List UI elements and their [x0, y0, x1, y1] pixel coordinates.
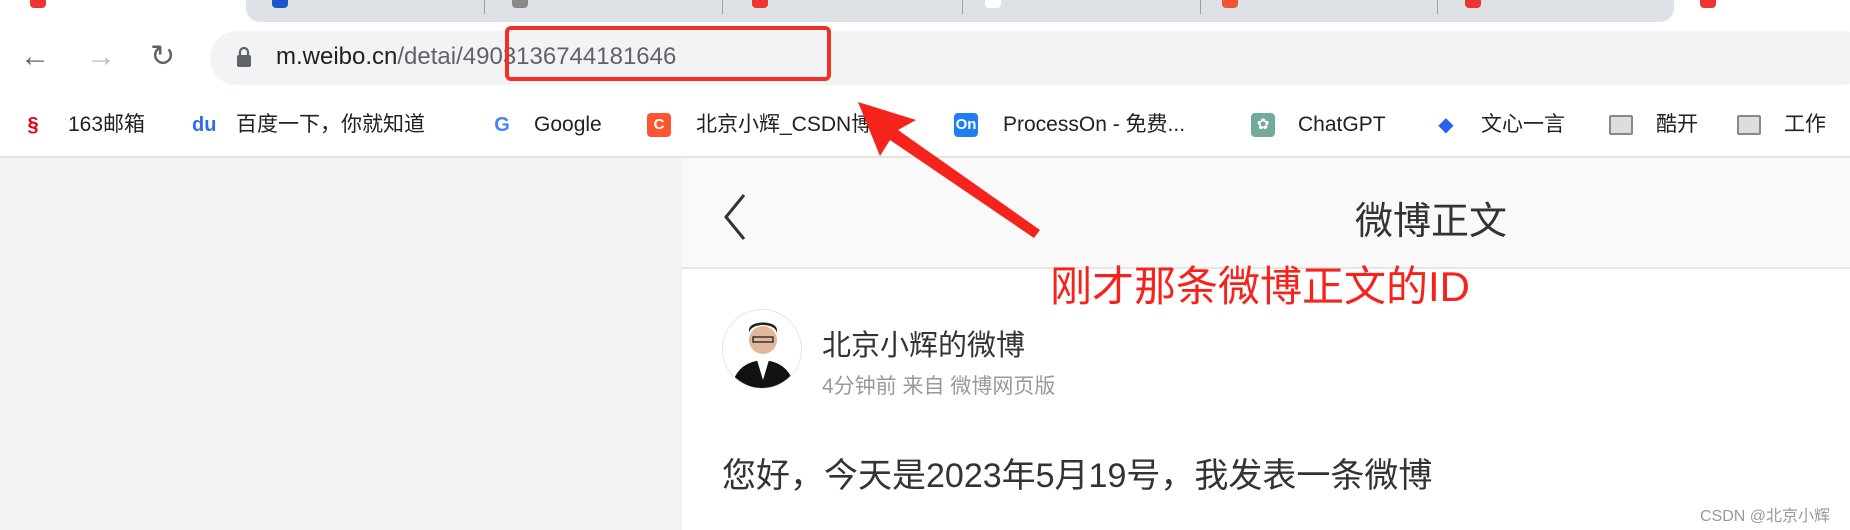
active-tab-favicon-icon[interactable] — [1700, 0, 1716, 8]
lock-icon[interactable] — [236, 46, 252, 68]
bookmark-7[interactable]: 酷开 — [1656, 112, 1698, 138]
csdn-icon[interactable]: C — [647, 113, 671, 137]
annotation-label: 刚才那条微博正文的ID — [1050, 263, 1471, 310]
tab-favicon-icon[interactable] — [30, 0, 46, 8]
163-mail-icon[interactable]: § — [21, 113, 45, 137]
baidu-paw-icon[interactable]: du — [192, 113, 216, 137]
left-blank-pane — [0, 158, 682, 530]
inactive-tabs[interactable] — [246, 0, 1674, 22]
tab-favicon-icon[interactable] — [512, 0, 528, 8]
folder-icon[interactable] — [1737, 115, 1761, 135]
bookmark-5[interactable]: ChatGPT — [1298, 112, 1386, 138]
tab-favicon-icon[interactable] — [272, 0, 288, 8]
watermark: CSDN @北京小辉 — [1700, 508, 1831, 525]
back-chevron-icon[interactable] — [720, 192, 750, 242]
folder-icon[interactable] — [1609, 115, 1633, 135]
forward-arrow-icon[interactable]: → — [86, 40, 116, 74]
reload-icon[interactable]: ↻ — [150, 40, 175, 74]
bookmark-2[interactable]: Google — [534, 112, 602, 138]
annotation-arrow — [858, 102, 1040, 238]
tab-strip — [0, 0, 1850, 22]
tab-divider — [722, 0, 723, 14]
tab-divider — [1200, 0, 1201, 14]
avatar-photo — [731, 322, 795, 388]
tab-divider — [484, 0, 485, 14]
bookmark-0[interactable]: 163邮箱 — [68, 112, 145, 138]
page-title: 微博正文 — [1354, 201, 1507, 243]
avatar[interactable] — [722, 309, 802, 389]
tab-favicon-icon[interactable] — [752, 0, 768, 8]
tab-divider — [1437, 0, 1438, 14]
post-meta: 4分钟前 来自 微博网页版 — [822, 375, 1056, 398]
tab-favicon-icon[interactable] — [1465, 0, 1481, 8]
bookmark-8[interactable]: 工作 — [1784, 112, 1826, 138]
url-path: /detai — [397, 43, 457, 70]
chatgpt-icon[interactable]: ✿ — [1251, 113, 1275, 137]
id-highlight-box — [505, 26, 831, 81]
url-host: m.weibo.cn — [276, 43, 398, 70]
post-body: 您好，今天是2023年5月19号，我发表一条微博 — [722, 457, 1433, 495]
tab-divider — [962, 0, 963, 14]
google-g-icon[interactable]: G — [490, 113, 514, 137]
tab-favicon-icon[interactable] — [985, 0, 1001, 8]
author-name[interactable]: 北京小辉的微博 — [822, 322, 1025, 364]
bookmark-1[interactable]: 百度一下，你就知道 — [236, 112, 425, 138]
wenxin-icon[interactable]: ◆ — [1434, 113, 1458, 137]
tab-favicon-icon[interactable] — [1222, 0, 1238, 8]
bookmark-6[interactable]: 文心一言 — [1481, 112, 1565, 138]
back-arrow-icon[interactable]: ← — [20, 40, 50, 74]
